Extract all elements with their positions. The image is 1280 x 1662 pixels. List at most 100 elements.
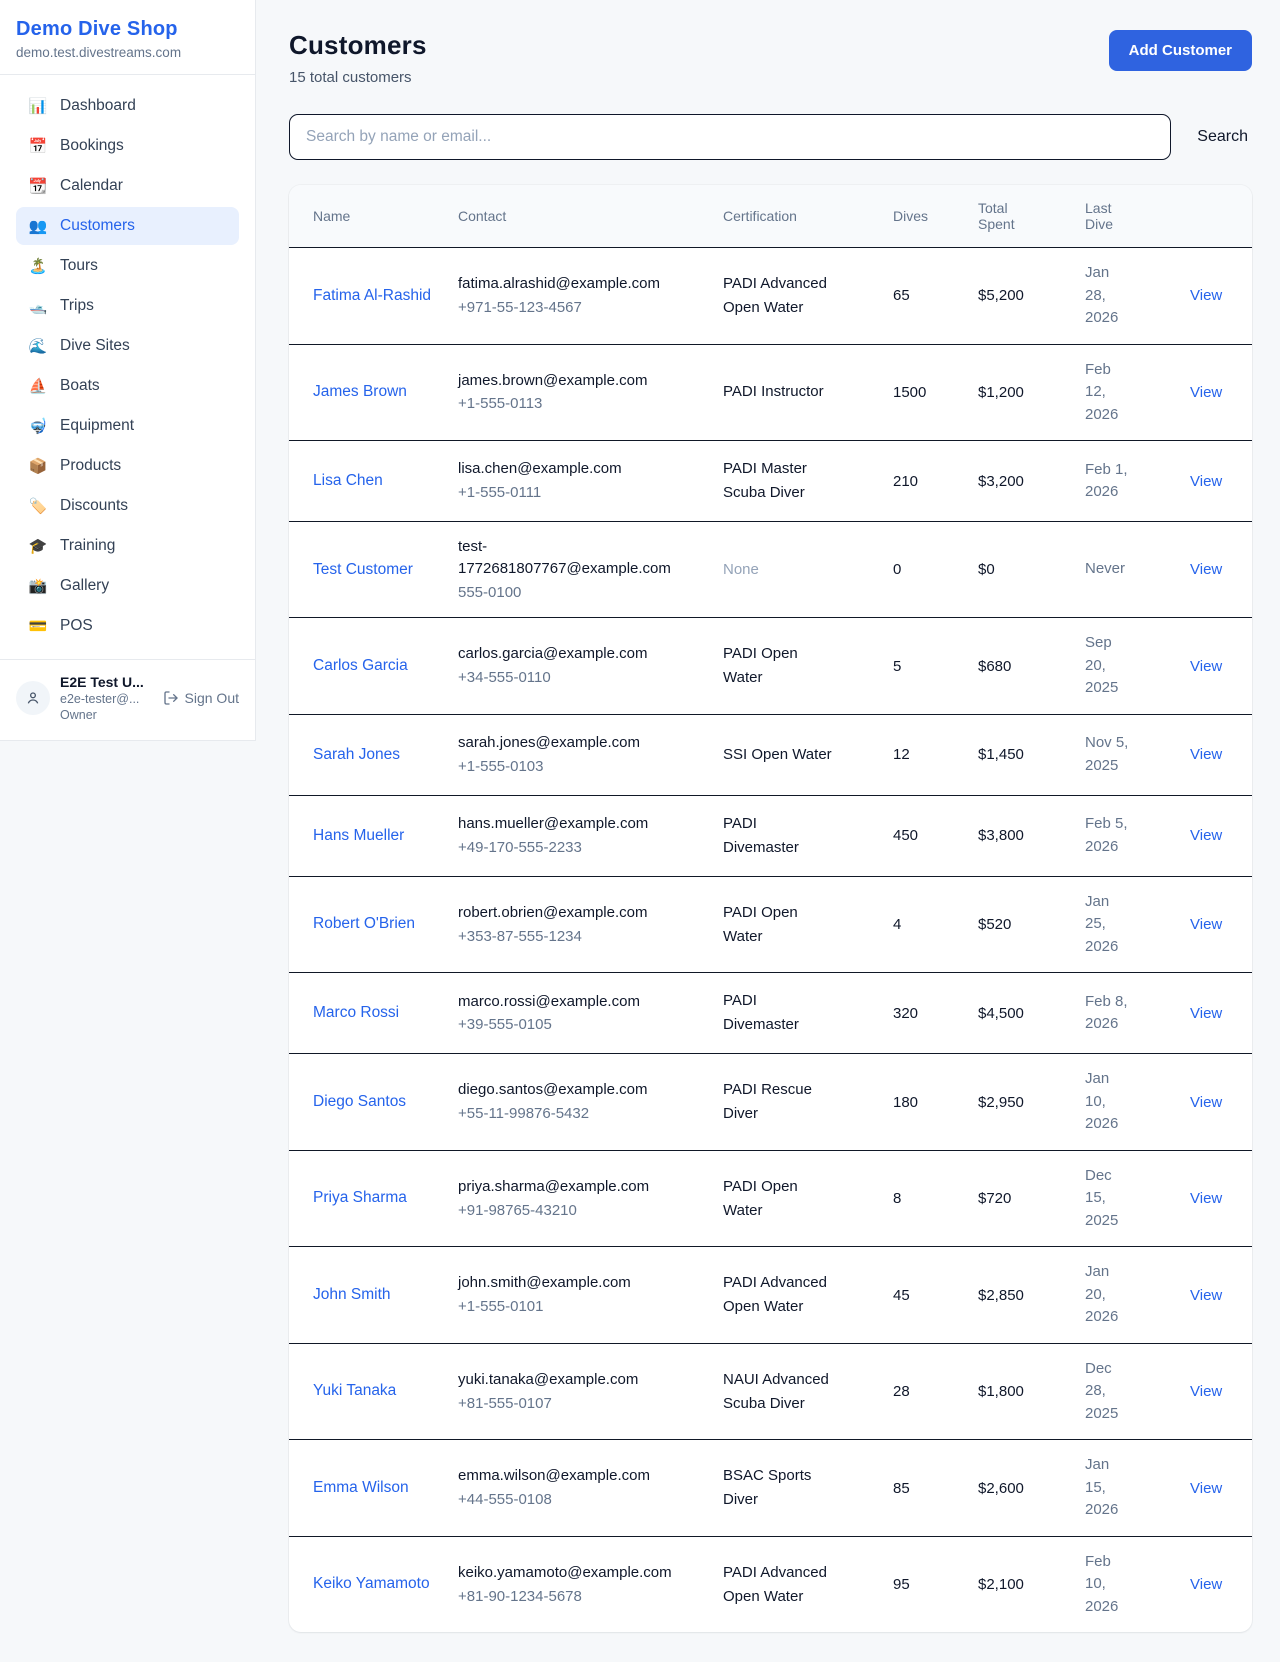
motorboat-icon: 🛥️ <box>28 297 48 315</box>
table-body: Fatima Al-Rashid fatima.alrashid@example… <box>289 247 1252 1632</box>
customer-last-dive: Dec 15, 2025 <box>1085 1151 1147 1247</box>
customer-name-link[interactable]: Priya Sharma <box>313 1186 407 1210</box>
customer-email: john.smith@example.com <box>458 1272 673 1294</box>
view-customer-link[interactable]: View <box>1190 561 1222 578</box>
sidebar-item-equipment[interactable]: 🤿 Equipment <box>16 407 239 445</box>
column-header-certification: Certification <box>723 196 893 236</box>
sidebar-item-calendar[interactable]: 📆 Calendar <box>16 167 239 205</box>
sidebar-item-label: Bookings <box>60 137 124 155</box>
search-button[interactable]: Search <box>1171 128 1248 146</box>
customer-total-spent: $0 <box>978 547 1085 592</box>
sidebar-item-products[interactable]: 📦 Products <box>16 447 239 485</box>
table-row: John Smith john.smith@example.com +1-555… <box>289 1246 1252 1343</box>
view-customer-link[interactable]: View <box>1190 1005 1222 1022</box>
customer-last-dive: Feb 5, 2026 <box>1085 799 1147 872</box>
customer-phone: +1-555-0103 <box>458 756 709 778</box>
customer-phone: +49-170-555-2233 <box>458 837 709 859</box>
customers-table: NameContactCertificationDivesTotal Spent… <box>289 185 1252 1632</box>
table-header-row: NameContactCertificationDivesTotal Spent… <box>289 185 1252 247</box>
customer-total-spent: $680 <box>978 644 1085 689</box>
view-customer-link[interactable]: View <box>1190 1480 1222 1497</box>
add-customer-button[interactable]: Add Customer <box>1109 30 1252 71</box>
customer-name-link[interactable]: Hans Mueller <box>313 824 404 848</box>
customer-name-link[interactable]: Diego Santos <box>313 1090 406 1114</box>
user-name: E2E Test U... <box>60 674 153 690</box>
customer-last-dive: Feb 8, 2026 <box>1085 977 1147 1050</box>
customer-name-link[interactable]: Keiko Yamamoto <box>313 1572 430 1596</box>
view-customer-link[interactable]: View <box>1190 1190 1222 1207</box>
customer-certification: PADI Open Water <box>723 1161 848 1237</box>
customer-dives: 4 <box>893 902 978 947</box>
view-customer-link[interactable]: View <box>1190 658 1222 675</box>
table-row: Hans Mueller hans.mueller@example.com +4… <box>289 795 1252 876</box>
customer-name-link[interactable]: Robert O'Brien <box>313 912 415 936</box>
view-customer-link[interactable]: View <box>1190 287 1222 304</box>
customer-name-link[interactable]: Test Customer <box>313 558 413 582</box>
customer-name-link[interactable]: John Smith <box>313 1283 391 1307</box>
customer-email: hans.mueller@example.com <box>458 813 673 835</box>
main-content: Customers 15 total customers Add Custome… <box>256 0 1280 1662</box>
view-customer-link[interactable]: View <box>1190 473 1222 490</box>
sidebar-item-boats[interactable]: ⛵ Boats <box>16 367 239 405</box>
customer-last-dive: Feb 1, 2026 <box>1085 445 1147 518</box>
table-row: Diego Santos diego.santos@example.com +5… <box>289 1053 1252 1150</box>
search-input[interactable] <box>289 114 1171 160</box>
customer-name-link[interactable]: Lisa Chen <box>313 469 383 493</box>
sidebar-item-discounts[interactable]: 🏷️ Discounts <box>16 487 239 525</box>
user-role: Owner <box>60 708 153 722</box>
island-icon: 🏝️ <box>28 257 48 275</box>
sidebar-item-bookings[interactable]: 📅 Bookings <box>16 127 239 165</box>
customer-email: carlos.garcia@example.com <box>458 643 673 665</box>
brand: Demo Dive Shop demo.test.divestreams.com <box>0 0 255 75</box>
customer-phone: +971-55-123-4567 <box>458 297 709 319</box>
customer-count: 15 total customers <box>289 69 427 86</box>
customer-email: james.brown@example.com <box>458 370 673 392</box>
view-customer-link[interactable]: View <box>1190 916 1222 933</box>
customer-email: priya.sharma@example.com <box>458 1176 673 1198</box>
user-info: E2E Test U... e2e-tester@... Owner <box>60 674 153 722</box>
sidebar-item-label: Customers <box>60 217 135 235</box>
sidebar-nav: 📊 Dashboard 📅 Bookings 📆 Calendar 👥 Cust… <box>0 75 255 659</box>
customer-dives: 85 <box>893 1466 978 1511</box>
customer-name-link[interactable]: Marco Rossi <box>313 1001 399 1025</box>
sidebar-item-customers[interactable]: 👥 Customers <box>16 207 239 245</box>
table-row: Emma Wilson emma.wilson@example.com +44-… <box>289 1439 1252 1536</box>
customer-name-link[interactable]: Yuki Tanaka <box>313 1379 396 1403</box>
table-row: Yuki Tanaka yuki.tanaka@example.com +81-… <box>289 1343 1252 1440</box>
view-customer-link[interactable]: View <box>1190 1094 1222 1111</box>
customer-certification: SSI Open Water <box>723 729 848 781</box>
customer-last-dive: Sep 20, 2025 <box>1085 618 1147 714</box>
sidebar-item-dive-sites[interactable]: 🌊 Dive Sites <box>16 327 239 365</box>
view-customer-link[interactable]: View <box>1190 1287 1222 1304</box>
customer-email: robert.obrien@example.com <box>458 902 673 924</box>
customer-name-link[interactable]: Emma Wilson <box>313 1476 409 1500</box>
sidebar-item-label: Trips <box>60 297 94 315</box>
column-header-dives: Dives <box>893 196 978 236</box>
sidebar-item-trips[interactable]: 🛥️ Trips <box>16 287 239 325</box>
view-customer-link[interactable]: View <box>1190 827 1222 844</box>
view-customer-link[interactable]: View <box>1190 384 1222 401</box>
sidebar-item-training[interactable]: 🎓 Training <box>16 527 239 565</box>
sidebar-item-dashboard[interactable]: 📊 Dashboard <box>16 87 239 125</box>
customer-last-dive: Feb 12, 2026 <box>1085 345 1147 441</box>
view-customer-link[interactable]: View <box>1190 1576 1222 1593</box>
view-customer-link[interactable]: View <box>1190 746 1222 763</box>
column-header-contact: Contact <box>458 196 723 236</box>
customer-name-link[interactable]: Sarah Jones <box>313 743 400 767</box>
customer-name-link[interactable]: Carlos Garcia <box>313 654 408 678</box>
view-customer-link[interactable]: View <box>1190 1383 1222 1400</box>
sidebar-item-tours[interactable]: 🏝️ Tours <box>16 247 239 285</box>
tear-off-calendar-icon: 📆 <box>28 177 48 195</box>
customer-name-link[interactable]: James Brown <box>313 380 407 404</box>
customer-name-link[interactable]: Fatima Al-Rashid <box>313 284 431 308</box>
customer-total-spent: $1,800 <box>978 1369 1085 1414</box>
customer-email: marco.rossi@example.com <box>458 991 673 1013</box>
sidebar-item-gallery[interactable]: 📸 Gallery <box>16 567 239 605</box>
customer-email: emma.wilson@example.com <box>458 1465 673 1487</box>
wave-icon: 🌊 <box>28 337 48 355</box>
sign-out-button[interactable]: Sign Out <box>163 690 239 706</box>
customer-certification: PADI Advanced Open Water <box>723 1257 848 1333</box>
sidebar-item-pos[interactable]: 💳 POS <box>16 607 239 645</box>
sidebar-item-label: Equipment <box>60 417 134 435</box>
sidebar-item-label: Calendar <box>60 177 123 195</box>
